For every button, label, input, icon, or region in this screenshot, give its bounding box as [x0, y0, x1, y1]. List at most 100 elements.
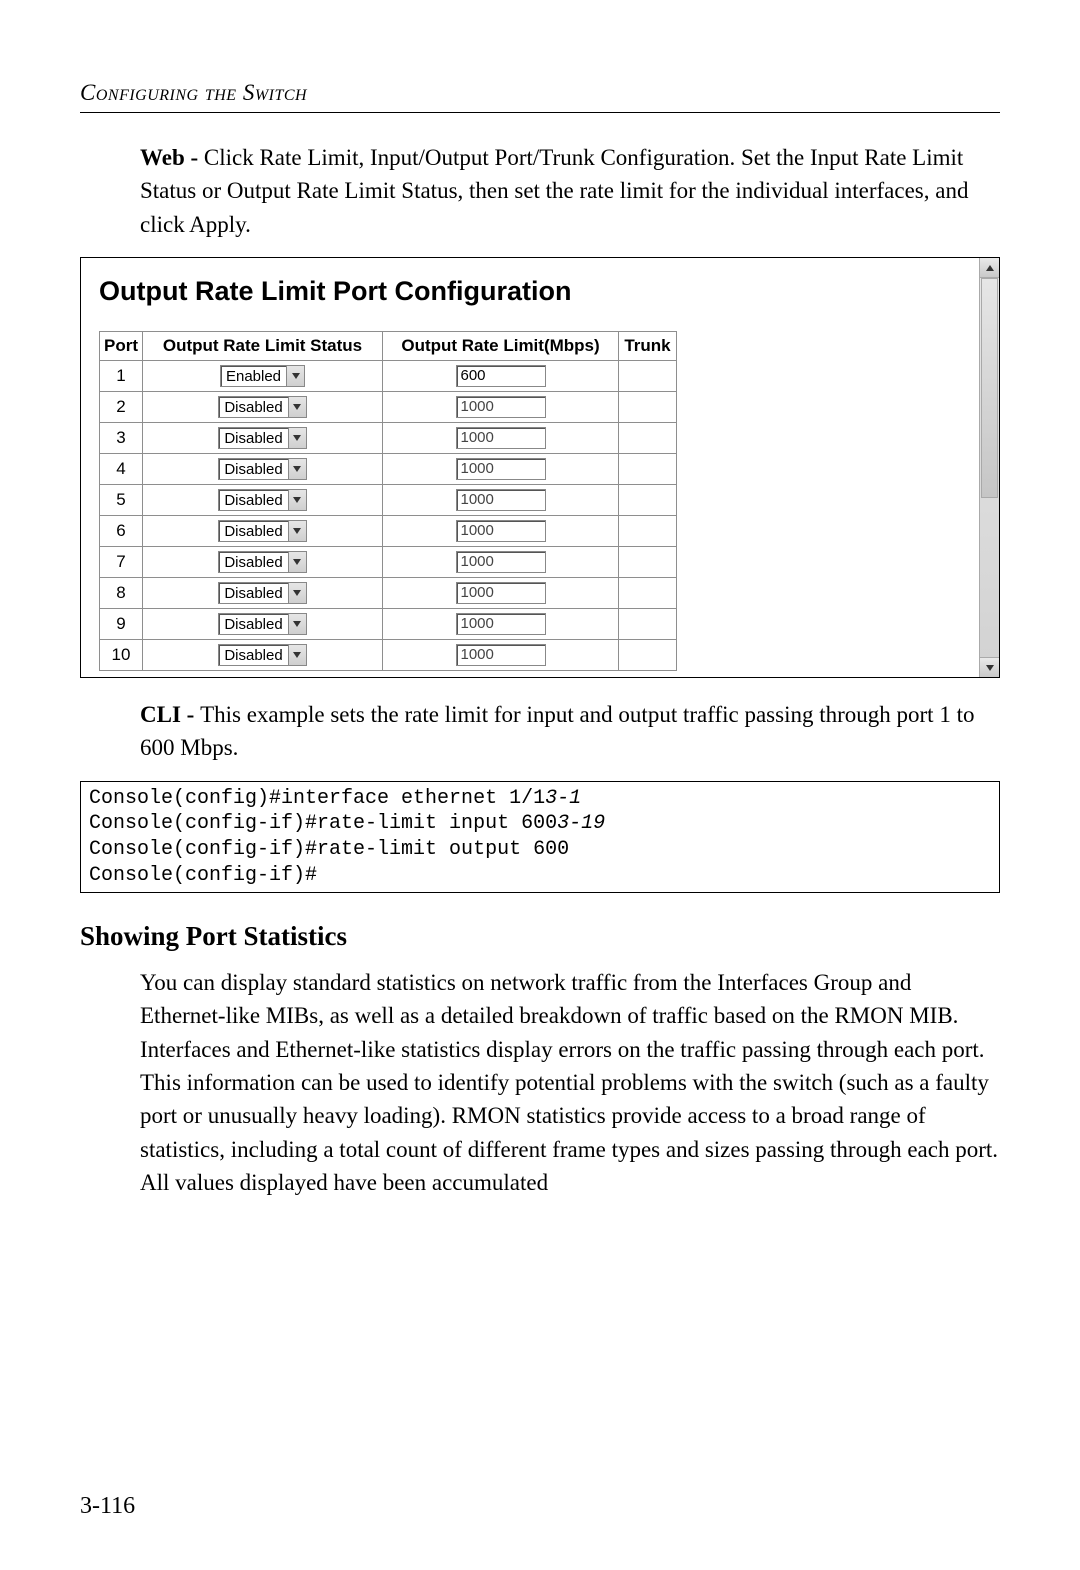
- cli-text: This example sets the rate limit for inp…: [140, 702, 974, 760]
- chevron-down-icon: [293, 435, 301, 441]
- status-cell: Disabled: [143, 423, 383, 454]
- col-port: Port: [100, 332, 143, 361]
- rate-input[interactable]: 1000: [456, 427, 546, 449]
- port-cell: 10: [100, 640, 143, 671]
- dropdown-button[interactable]: [288, 521, 306, 541]
- status-select[interactable]: Disabled: [218, 396, 306, 418]
- rate-cell: 1000: [383, 392, 619, 423]
- rate-cell: 1000: [383, 423, 619, 454]
- section-heading: Showing Port Statistics: [80, 921, 1000, 952]
- table-row: 4Disabled1000: [100, 454, 677, 485]
- rate-cell: 1000: [383, 578, 619, 609]
- chevron-down-icon: [293, 621, 301, 627]
- rate-cell: 1000: [383, 454, 619, 485]
- dropdown-button[interactable]: [288, 459, 306, 479]
- rate-cell: 1000: [383, 547, 619, 578]
- status-cell: Disabled: [143, 547, 383, 578]
- status-value: Disabled: [219, 461, 287, 478]
- dropdown-button[interactable]: [288, 428, 306, 448]
- table-row: 2 Disabled 1000: [100, 392, 677, 423]
- status-select[interactable]: Disabled: [218, 458, 306, 480]
- scroll-thumb[interactable]: [981, 278, 998, 498]
- config-screenshot: Output Rate Limit Port Configuration Por…: [80, 257, 1000, 678]
- rate-input[interactable]: 600: [456, 365, 546, 387]
- status-select[interactable]: Disabled: [218, 644, 306, 666]
- dropdown-button[interactable]: [288, 583, 306, 603]
- status-value: Enabled: [221, 368, 286, 385]
- status-value: Disabled: [219, 430, 287, 447]
- scroll-down-button[interactable]: [980, 657, 999, 677]
- rate-input[interactable]: 1000: [456, 644, 546, 666]
- status-select[interactable]: Disabled: [218, 489, 306, 511]
- port-table: Port Output Rate Limit Status Output Rat…: [99, 331, 677, 671]
- col-trunk: Trunk: [619, 332, 677, 361]
- status-value: Disabled: [219, 585, 287, 602]
- chevron-down-icon: [293, 559, 301, 565]
- cli-lead: CLI -: [140, 702, 200, 727]
- page-number: 3-116: [80, 1493, 135, 1520]
- web-text: Click Rate Limit, Input/Output Port/Trun…: [140, 145, 968, 237]
- status-select[interactable]: Disabled: [218, 551, 306, 573]
- rate-cell: 1000: [383, 609, 619, 640]
- chevron-down-icon: [986, 665, 994, 671]
- status-value: Disabled: [219, 399, 287, 416]
- table-row: 3Disabled1000: [100, 423, 677, 454]
- cli-line-3: Console(config-if)#rate-limit output 600: [89, 838, 569, 861]
- rate-input[interactable]: 1000: [456, 613, 546, 635]
- status-value: Disabled: [219, 616, 287, 633]
- section-body: You can display standard statistics on n…: [140, 966, 1000, 1199]
- rate-input[interactable]: 1000: [456, 396, 546, 418]
- trunk-cell: [619, 578, 677, 609]
- rate-input[interactable]: 1000: [456, 489, 546, 511]
- dropdown-button[interactable]: [286, 366, 304, 386]
- status-select[interactable]: Disabled: [218, 582, 306, 604]
- rate-input[interactable]: 1000: [456, 582, 546, 604]
- status-select[interactable]: Disabled: [218, 427, 306, 449]
- table-row: 10 Disabled 1000: [100, 640, 677, 671]
- trunk-cell: [619, 392, 677, 423]
- chevron-down-icon: [293, 497, 301, 503]
- port-cell: 9: [100, 609, 143, 640]
- scrollbar[interactable]: [979, 258, 999, 677]
- trunk-cell: [619, 361, 677, 392]
- rate-input[interactable]: 1000: [456, 551, 546, 573]
- port-cell: 2: [100, 392, 143, 423]
- status-select[interactable]: Disabled: [218, 520, 306, 542]
- port-cell: 5: [100, 485, 143, 516]
- rate-cell: 1000: [383, 516, 619, 547]
- dropdown-button[interactable]: [288, 552, 306, 572]
- status-cell: Disabled: [143, 578, 383, 609]
- chevron-down-icon: [293, 404, 301, 410]
- rate-cell: 1000: [383, 485, 619, 516]
- status-cell: Disabled: [143, 516, 383, 547]
- chevron-down-icon: [293, 466, 301, 472]
- dropdown-button[interactable]: [288, 397, 306, 417]
- rate-cell: 1000: [383, 640, 619, 671]
- status-value: Disabled: [219, 554, 287, 571]
- trunk-cell: [619, 423, 677, 454]
- table-row: 9 Disabled 1000: [100, 609, 677, 640]
- table-row: 8Disabled1000: [100, 578, 677, 609]
- dropdown-button[interactable]: [288, 490, 306, 510]
- panel-title: Output Rate Limit Port Configuration: [99, 276, 981, 307]
- trunk-cell: [619, 640, 677, 671]
- rate-input[interactable]: 1000: [456, 458, 546, 480]
- web-lead: Web -: [140, 145, 204, 170]
- col-rate: Output Rate Limit(Mbps): [383, 332, 619, 361]
- rate-input[interactable]: 1000: [456, 520, 546, 542]
- table-row: 5 Disabled 1000: [100, 485, 677, 516]
- status-cell: Disabled: [143, 609, 383, 640]
- chevron-down-icon: [293, 652, 301, 658]
- running-head: Configuring the Switch: [80, 80, 1000, 113]
- table-row: 6 Disabled 1000: [100, 516, 677, 547]
- scroll-up-button[interactable]: [980, 258, 999, 278]
- status-cell: Disabled: [143, 640, 383, 671]
- dropdown-button[interactable]: [288, 645, 306, 665]
- status-cell: Disabled: [143, 392, 383, 423]
- status-select[interactable]: Disabled: [218, 613, 306, 635]
- dropdown-button[interactable]: [288, 614, 306, 634]
- trunk-cell: [619, 609, 677, 640]
- cli-line-1: Console(config)#interface ethernet 1/13-…: [89, 787, 581, 810]
- status-select[interactable]: Enabled: [220, 365, 305, 387]
- port-cell: 6: [100, 516, 143, 547]
